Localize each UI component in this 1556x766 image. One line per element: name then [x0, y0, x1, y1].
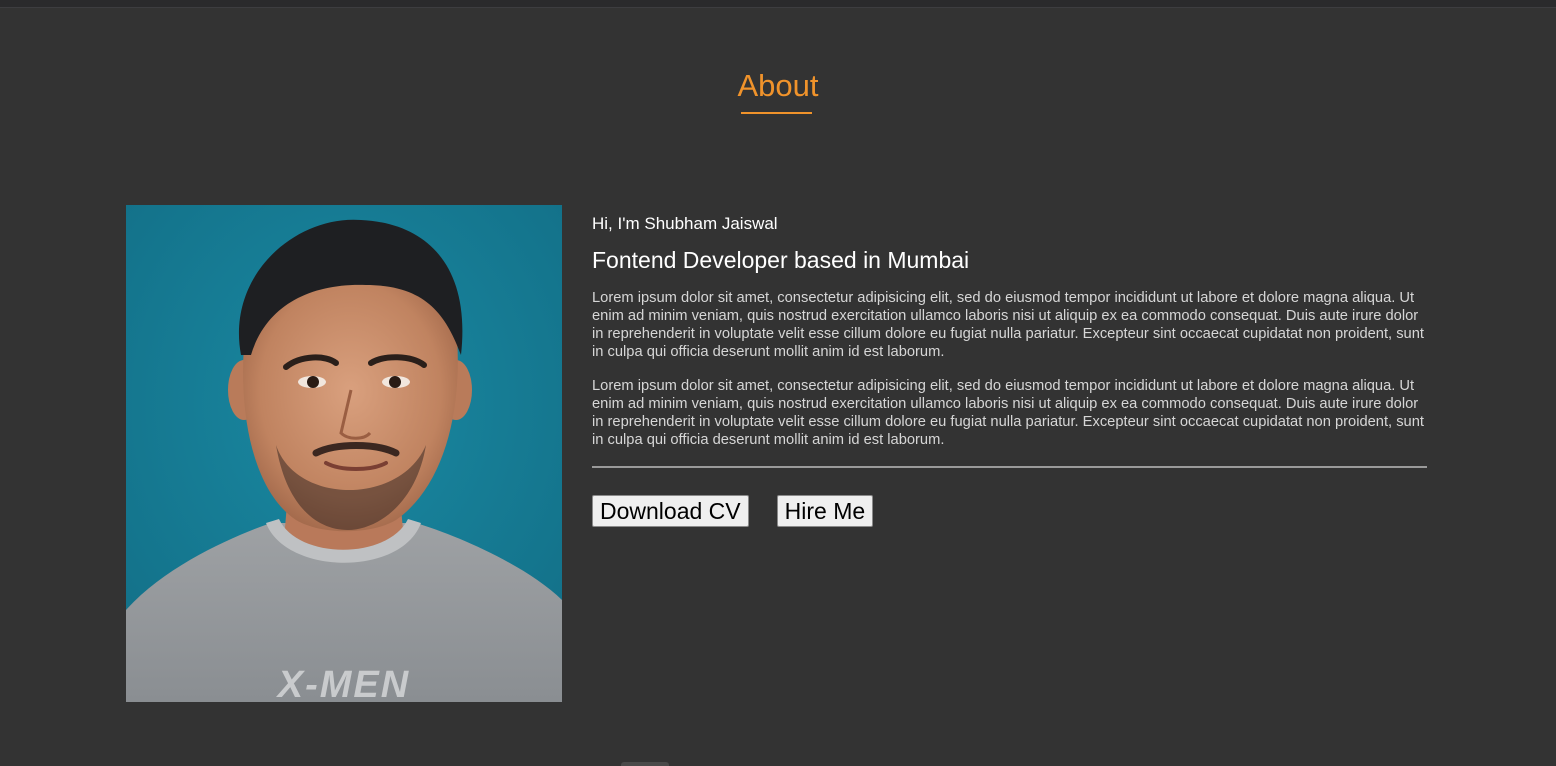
bottom-tab-indicator — [621, 762, 669, 766]
role-heading: Fontend Developer based in Mumbai — [592, 247, 970, 273]
divider — [592, 466, 1427, 468]
action-buttons: Download CV Hire Me — [592, 495, 1427, 527]
about-content: Hi, I'm Shubham Jaiswal Fontend Develope… — [592, 212, 1427, 527]
section-title: About — [737, 68, 819, 103]
download-cv-button[interactable]: Download CV — [592, 495, 749, 527]
title-underline — [741, 112, 812, 114]
about-paragraph-2: Lorem ipsum dolor sit amet, consectetur … — [592, 378, 1424, 448]
about-paragraph-1: Lorem ipsum dolor sit amet, consectetur … — [592, 290, 1424, 360]
shirt-logo: X-MEN — [276, 664, 410, 702]
top-border — [0, 0, 1556, 8]
greeting: Hi, I'm Shubham Jaiswal — [592, 214, 778, 233]
hire-me-button[interactable]: Hire Me — [776, 495, 874, 527]
profile-photo: X-MEN — [126, 205, 562, 702]
